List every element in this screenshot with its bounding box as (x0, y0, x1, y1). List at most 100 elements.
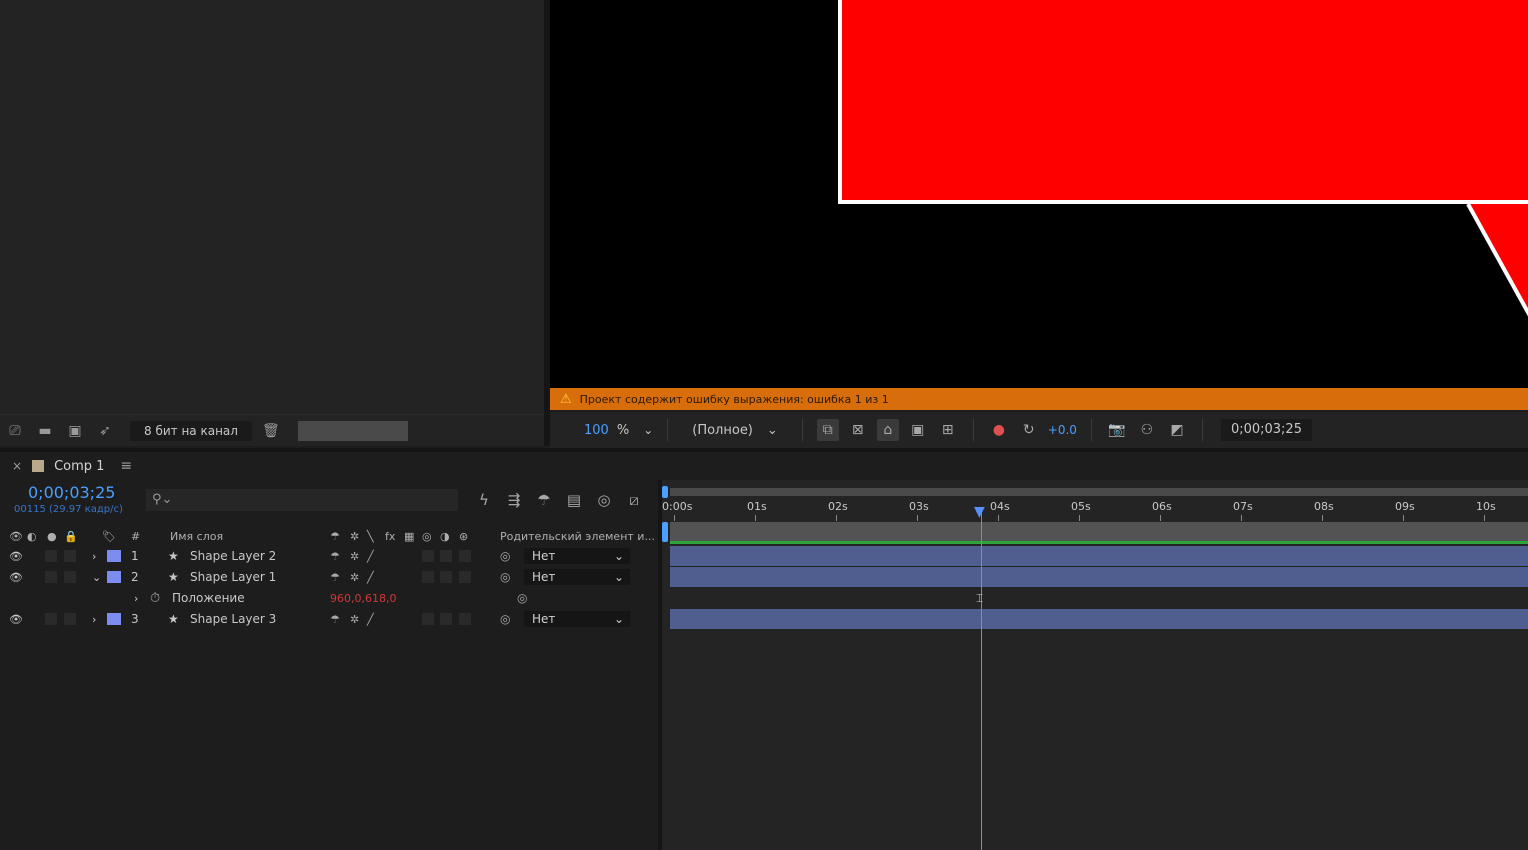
property-row[interactable]: › ⏱ Положение 960,0,618,0 ◎ (0, 588, 658, 608)
new-folder-icon[interactable]: ▬ (34, 422, 56, 440)
work-area-bar[interactable] (670, 488, 1528, 496)
trash-icon[interactable]: 🗑 (260, 422, 282, 440)
parent-dropdown[interactable]: Нет ⌄ (524, 611, 630, 627)
parent-dropdown[interactable]: Нет ⌄ (524, 569, 630, 585)
layer-bar-3[interactable] (670, 609, 1528, 629)
switch-box[interactable] (422, 571, 434, 583)
parent-dropdown[interactable]: Нет ⌄ (524, 548, 630, 564)
shy-layers-icon[interactable]: ☂ (532, 488, 556, 512)
draft-3d-icon[interactable]: ϟ (472, 488, 496, 512)
chevron-right-icon[interactable]: › (134, 592, 138, 605)
lock-toggle[interactable] (64, 550, 76, 562)
shy-switch-icon[interactable]: ☂ (330, 550, 340, 563)
region-of-interest-icon[interactable]: ▣ (907, 419, 929, 441)
switch-box[interactable] (459, 613, 471, 625)
layer-name[interactable]: Shape Layer 3 (190, 612, 276, 626)
resolution-dropdown[interactable]: (Полное) ⌄ (682, 423, 788, 438)
video-eye-icon[interactable]: 👁 (9, 530, 23, 543)
layer-row[interactable]: 👁 ⌄ 2 ★ Shape Layer 1 ☂ ✲ ╱ ◎ Нет ⌄ (0, 567, 658, 587)
time-navigator-start[interactable] (662, 522, 668, 542)
layer-row[interactable]: 👁 › 3 ★ Shape Layer 3 ☂ ✲ ╱ ◎ Нет ⌄ (0, 609, 658, 629)
shy-icon[interactable]: ☂ (330, 530, 340, 543)
chevron-right-icon[interactable]: › (92, 550, 96, 563)
exposure-value[interactable]: +0.0 (1048, 423, 1077, 437)
panel-menu-icon[interactable]: ≡ (120, 458, 132, 474)
quality-switch-icon[interactable]: ╱ (367, 571, 374, 584)
switch-box[interactable] (459, 550, 471, 562)
keyframe-marker-icon[interactable]: ⌶ (976, 591, 983, 606)
frame-blend-icon[interactable]: ▦ (404, 530, 414, 543)
solo-toggle[interactable] (45, 613, 57, 625)
work-area-strip[interactable] (670, 522, 1528, 542)
collapse-switch-icon[interactable]: ✲ (350, 571, 359, 584)
eye-icon[interactable]: 👁 (9, 571, 23, 584)
audio-icon[interactable]: ◐ (27, 530, 37, 543)
mask-visibility-icon[interactable]: ⌂ (876, 419, 899, 441)
column-parent[interactable]: Родительский элемент и... (500, 530, 655, 543)
zoom-value[interactable]: 100 (584, 423, 609, 438)
layer-name[interactable]: Shape Layer 2 (190, 549, 276, 563)
layer-bar-2[interactable] (670, 567, 1528, 587)
transparency-grid-icon[interactable]: ⊠ (847, 419, 869, 441)
expression-error-bar[interactable]: ⚠ Проект содержит ошибку выражения: ошиб… (550, 388, 1528, 410)
solo-toggle[interactable] (45, 550, 57, 562)
timeline-area[interactable]: 0:00s 01s 02s 03s 04s 05s 06s 07s 08s 09s 10s ▼ ⌶ (658, 480, 1528, 850)
switch-box[interactable] (459, 571, 471, 583)
fx-icon[interactable]: fx (385, 530, 395, 543)
pick-whip-icon[interactable]: ◎ (500, 612, 510, 626)
quality-switch-icon[interactable]: ╱ (367, 550, 374, 563)
eye-icon[interactable]: 👁 (9, 613, 23, 626)
collapse-icon[interactable]: ✲ (350, 530, 359, 543)
lock-icon[interactable]: 🔒 (64, 530, 78, 543)
switch-box[interactable] (440, 613, 452, 625)
switch-box[interactable] (422, 550, 434, 562)
label-color-swatch[interactable] (107, 571, 121, 583)
solo-toggle[interactable] (45, 571, 57, 583)
render-queue-icon[interactable]: ➶ (94, 422, 116, 440)
stopwatch-icon[interactable]: ⏱ (150, 591, 160, 606)
layer-search-input[interactable]: ⚲⌄ (146, 489, 458, 511)
motion-blur-col-icon[interactable]: ◎ (422, 530, 432, 543)
lock-toggle[interactable] (64, 613, 76, 625)
playhead-line[interactable] (981, 508, 982, 850)
composition-viewer[interactable] (550, 0, 1528, 388)
label-tag-icon[interactable]: 🏷 (102, 530, 116, 543)
chevron-down-icon[interactable]: ⌄ (92, 571, 101, 584)
quality-switch-icon[interactable]: ╱ (367, 613, 374, 626)
grid-guides-icon[interactable]: ⊞ (937, 419, 959, 441)
graph-editor-icon[interactable]: ⧄ (622, 488, 646, 512)
frame-blending-icon[interactable]: ▤ (562, 488, 586, 512)
viewer-timecode[interactable]: 0;00;03;25 (1220, 419, 1312, 441)
label-color-swatch[interactable] (107, 613, 121, 625)
collapse-switch-icon[interactable]: ✲ (350, 550, 359, 563)
switch-box[interactable] (440, 550, 452, 562)
label-color-swatch[interactable] (107, 550, 121, 562)
3d-layer-icon[interactable]: ⊛ (459, 530, 468, 543)
zoom-dropdown-chevron-icon[interactable]: ⌄ (643, 423, 653, 437)
reset-exposure-icon[interactable]: ↻ (1018, 419, 1040, 441)
comp-tab[interactable]: × Comp 1 ≡ (0, 452, 1528, 480)
position-value[interactable]: 960,0,618,0 (330, 592, 396, 605)
close-icon[interactable]: × (12, 459, 22, 473)
thumbnail-size-slider[interactable] (297, 420, 408, 441)
playhead-handle-icon[interactable]: ▼ (974, 504, 988, 520)
pick-whip-icon[interactable]: ◎ (500, 570, 510, 584)
pick-whip-icon[interactable]: ◎ (517, 591, 527, 605)
collapse-switch-icon[interactable]: ✲ (350, 613, 359, 626)
fast-previews-icon[interactable]: ⧉ (816, 419, 839, 441)
quality-icon[interactable]: ╲ (367, 530, 374, 543)
eye-icon[interactable]: 👁 (9, 550, 23, 563)
show-snapshot-icon[interactable]: ⚇ (1136, 419, 1158, 441)
column-layer-name[interactable]: Имя слоя (170, 530, 223, 543)
switch-box[interactable] (440, 571, 452, 583)
shy-switch-icon[interactable]: ☂ (330, 613, 340, 626)
chevron-right-icon[interactable]: › (92, 613, 96, 626)
layer-row[interactable]: 👁 › 1 ★ Shape Layer 2 ☂ ✲ ╱ ◎ Нет ⌄ (0, 546, 658, 566)
color-channels-icon[interactable]: ● (988, 419, 1010, 441)
pick-whip-icon[interactable]: ◎ (500, 549, 510, 563)
tab-title[interactable]: Comp 1 (54, 459, 104, 474)
layer-bar-1[interactable] (670, 546, 1528, 566)
adjustment-icon[interactable]: ◑ (440, 530, 450, 543)
work-area-start-handle[interactable] (662, 486, 668, 498)
show-channel-icon[interactable]: ◩ (1166, 419, 1188, 441)
